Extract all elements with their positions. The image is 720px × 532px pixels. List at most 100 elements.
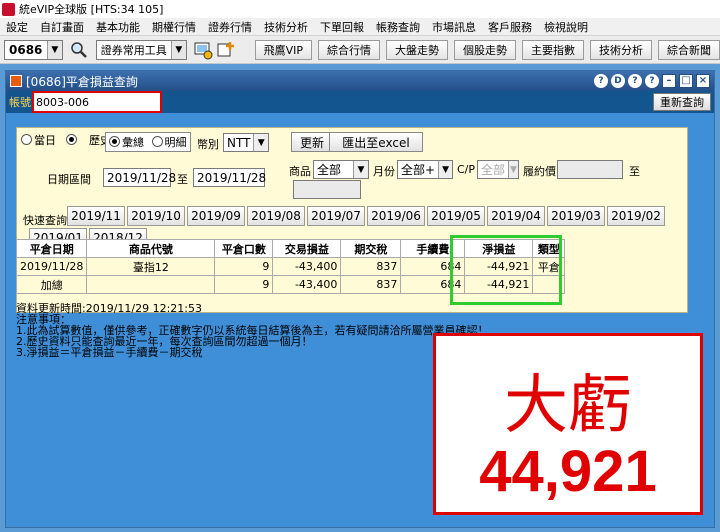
news-button[interactable]: 綜合新聞 (658, 39, 720, 60)
menu-order-report[interactable]: 下單回報 (314, 19, 370, 35)
radio-detail[interactable] (151, 136, 163, 147)
strike-input[interactable] (557, 160, 623, 179)
menu-settings[interactable]: 設定 (0, 19, 34, 35)
notes: 資料更新時間:2019/11/29 12:21:53 注意事項： 1.此為試算數… (16, 303, 489, 358)
product-select[interactable]: 全部 ▼ (313, 160, 369, 179)
menu-account-query[interactable]: 帳務查詢 (370, 19, 426, 35)
currency-select[interactable]: NTT ▼ (223, 133, 269, 152)
help-icon[interactable]: ? (594, 74, 608, 88)
strike-to-input[interactable] (293, 180, 361, 199)
dock-icon[interactable]: D (611, 74, 625, 88)
month-2019-06-button[interactable]: 2019/06 (367, 206, 425, 226)
menu-technical-analysis[interactable]: 技術分析 (258, 19, 314, 35)
toolbar: 0686 ▼ 證券常用工具 ▼ 飛鷹VIP 綜合行情 大盤走勢 個股走勢 主要指… (0, 36, 720, 64)
cell-futures-tax: 837 (340, 257, 402, 276)
export-excel-button[interactable]: 匯出至excel (329, 132, 423, 152)
account-value: 8003-006 (36, 95, 89, 109)
month-2019-05-button[interactable]: 2019/05 (427, 206, 485, 226)
window-title-bar: [0686]平倉損益查詢 ? D ? ? – □ × (6, 71, 714, 91)
chevron-down-icon[interactable]: ▼ (438, 161, 452, 178)
month-select[interactable]: 全部+ ▼ (397, 160, 453, 179)
month-2019-09-button[interactable]: 2019/09 (187, 206, 245, 226)
account-input[interactable]: 8003-006 (32, 91, 162, 113)
close-icon[interactable]: × (696, 74, 710, 88)
chevron-down-icon[interactable]: ▼ (46, 40, 62, 59)
refresh-button[interactable]: 更新 (291, 132, 334, 152)
table-row[interactable]: 2019/11/28 臺指12 9 -43,400 837 684 -44,92… (15, 257, 566, 276)
cell-type (532, 275, 566, 294)
strike-to-label: 至 (629, 165, 640, 178)
col-fee[interactable]: 手續費 (400, 239, 466, 258)
menu-custom-screen[interactable]: 自訂畫面 (34, 19, 90, 35)
col-futures-tax[interactable]: 期交稅 (340, 239, 402, 258)
month-2019-11-button[interactable]: 2019/11 (67, 206, 125, 226)
menu-bar: 設定 自訂畫面 基本功能 期權行情 證券行情 技術分析 下單回報 帳務查詢 市場… (0, 18, 720, 36)
month-2019-02-button[interactable]: 2019/02 (607, 206, 665, 226)
account-label: 帳號 (9, 96, 31, 109)
loss-annotation: 大虧 44,921 (433, 333, 703, 515)
update-time: 資料更新時間:2019/11/29 12:21:53 (16, 302, 203, 315)
currency-value: NTT (227, 135, 251, 150)
col-net-pnl[interactable]: 淨損益 (464, 239, 534, 258)
month-2019-03-button[interactable]: 2019/03 (547, 206, 605, 226)
menu-stock-quotes[interactable]: 證券行情 (202, 19, 258, 35)
col-close-lots[interactable]: 平倉口數 (214, 239, 274, 258)
month-2019-10-button[interactable]: 2019/10 (127, 206, 185, 226)
chevron-down-icon[interactable]: ▼ (353, 161, 368, 178)
radio-today[interactable] (21, 134, 32, 145)
date-to-value: 2019/11/28 (197, 170, 267, 185)
stock-trend-button[interactable]: 個股走勢 (454, 39, 516, 60)
maximize-icon[interactable]: □ (679, 74, 693, 88)
tools-select-value: 證券常用工具 (100, 43, 167, 57)
eagle-vip-button[interactable]: 飛鷹VIP (254, 39, 312, 60)
settings-icon[interactable]: ? (645, 74, 659, 88)
symbol-value: 0686 (9, 42, 43, 57)
month-2019-04-button[interactable]: 2019/04 (487, 206, 545, 226)
search-icon[interactable] (69, 39, 90, 61)
menu-market-news[interactable]: 市場訊息 (426, 19, 482, 35)
index-trend-button[interactable]: 大盤走勢 (386, 39, 448, 60)
chevron-down-icon[interactable]: ▼ (508, 161, 518, 178)
table-total-row[interactable]: 加總 9 -43,400 837 684 -44,921 (15, 275, 566, 294)
cell-product-code (86, 275, 216, 294)
cell-trade-pnl: -43,400 (272, 257, 342, 276)
tools-select[interactable]: 證券常用工具 ▼ (95, 39, 187, 60)
radio-history[interactable] (65, 134, 77, 145)
major-index-button[interactable]: 主要指數 (522, 39, 584, 60)
annotation-loss-text: 大虧 (504, 369, 632, 443)
cell-close-lots: 9 (214, 275, 274, 294)
quick-query-label: 快速查詢 (23, 214, 67, 227)
menu-futures-quotes[interactable]: 期權行情 (146, 19, 202, 35)
month-2019-08-button[interactable]: 2019/08 (247, 206, 305, 226)
requery-button[interactable]: 重新查詢 (653, 93, 711, 111)
info-icon[interactable]: ? (628, 74, 642, 88)
cell-net-pnl: -44,921 (464, 257, 534, 276)
menu-basic-functions[interactable]: 基本功能 (90, 19, 146, 35)
menu-customer-service[interactable]: 客戶服務 (482, 19, 538, 35)
chevron-down-icon[interactable]: ▼ (253, 134, 268, 151)
month-2019-07-button[interactable]: 2019/07 (307, 206, 365, 226)
date-from-input[interactable]: 2019/11/28 (103, 168, 176, 187)
radio-today-label: 當日 (34, 134, 56, 147)
note-line: 3.淨損益＝平倉損益－手續費－期交稅 (16, 346, 203, 359)
symbol-combo[interactable]: 0686 ▼ (4, 39, 63, 60)
minimize-icon[interactable]: – (662, 74, 676, 88)
add-window-icon[interactable] (216, 39, 237, 61)
radio-total-label: 彙總 (122, 136, 144, 149)
cp-value: 全部 (481, 163, 506, 177)
radio-total[interactable] (109, 136, 120, 147)
date-to-input[interactable]: 2019/11/28 (193, 168, 267, 187)
col-type[interactable]: 類型 (532, 239, 566, 258)
col-close-date[interactable]: 平倉日期 (15, 239, 88, 258)
market-overview-button[interactable]: 綜合行情 (318, 39, 380, 60)
cp-select[interactable]: 全部 ▼ (477, 160, 519, 179)
technical-analysis-button[interactable]: 技術分析 (590, 39, 652, 60)
screen-settings-icon[interactable] (193, 39, 214, 61)
cell-trade-pnl: -43,400 (272, 275, 342, 294)
month-button-row: 2019/11 2019/10 2019/09 2019/08 2019/07 … (67, 206, 665, 226)
summary-radio-group: 彙總 明細 (105, 132, 191, 152)
chevron-down-icon[interactable]: ▼ (170, 40, 186, 59)
col-trade-pnl[interactable]: 交易損益 (272, 239, 342, 258)
menu-help[interactable]: 檢視說明 (538, 19, 594, 35)
col-product-code[interactable]: 商品代號 (86, 239, 216, 258)
